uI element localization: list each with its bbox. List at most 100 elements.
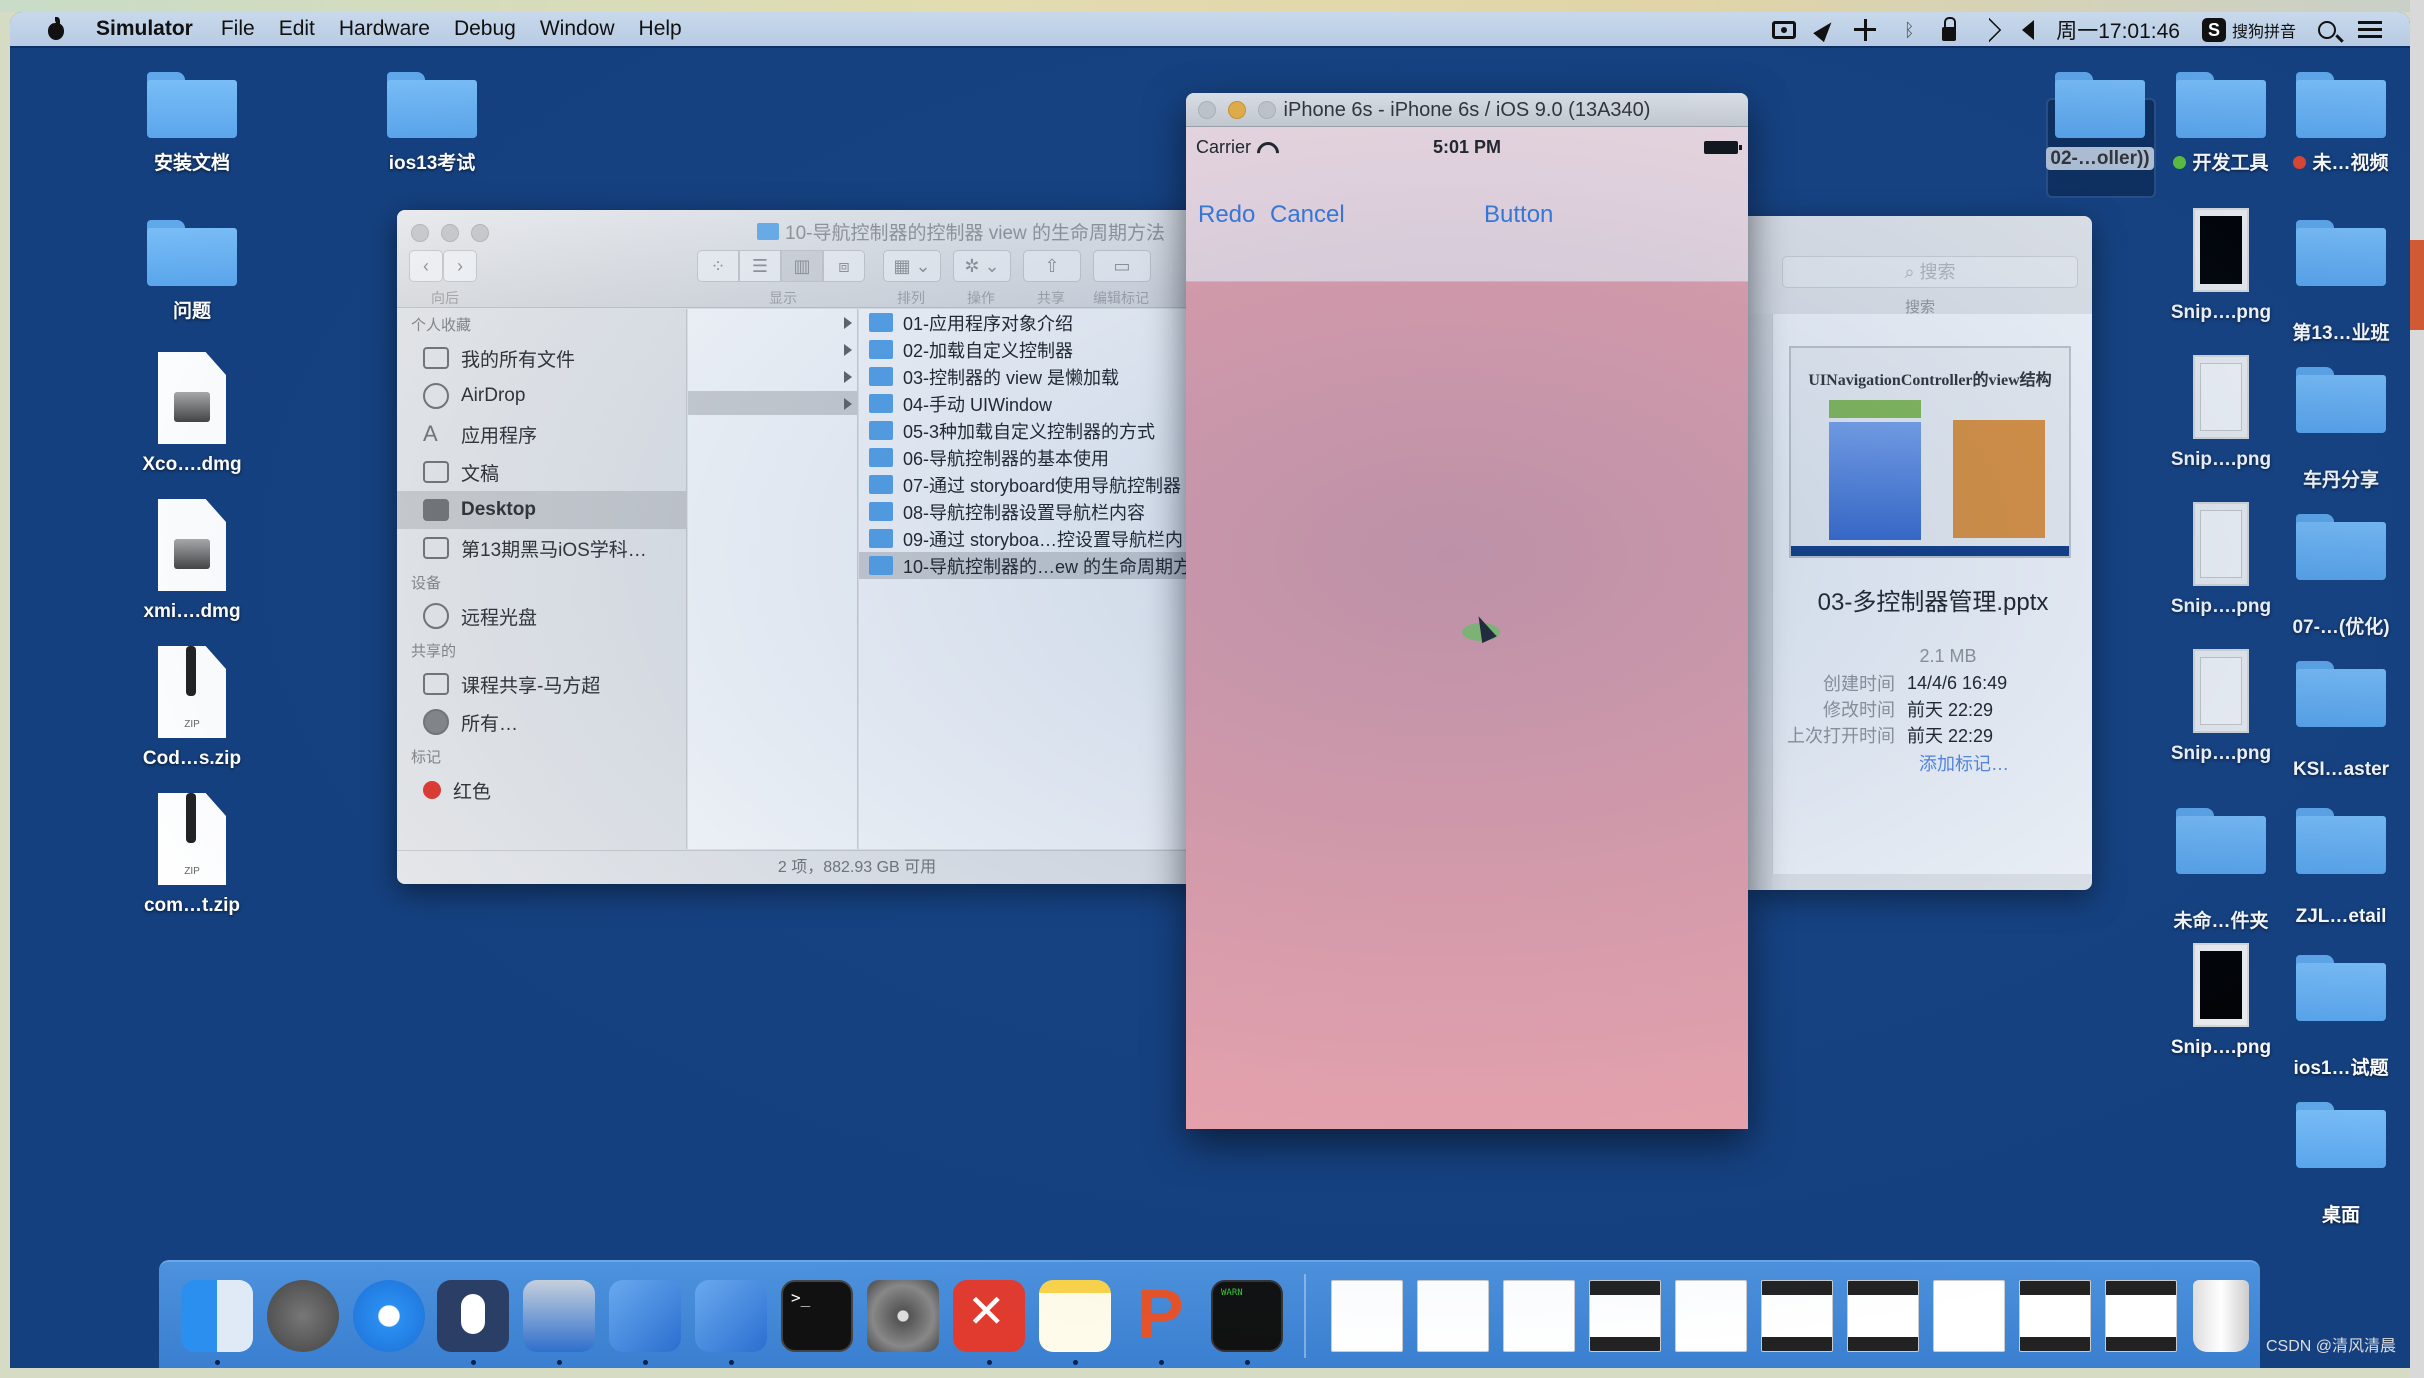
desktop-icon[interactable]: 问题 bbox=[132, 220, 252, 323]
desktop-icon[interactable]: KSI…aster bbox=[2281, 661, 2401, 781]
dock-minimized-window[interactable] bbox=[1761, 1280, 1833, 1352]
ios-view-content[interactable] bbox=[1186, 282, 1748, 1128]
sidebar-item-tag-red[interactable]: 红色 bbox=[397, 771, 686, 809]
desktop-icon[interactable]: Snip….png bbox=[2161, 208, 2281, 324]
menu-help[interactable]: Help bbox=[639, 17, 682, 41]
dock-trash-icon[interactable] bbox=[2193, 1280, 2249, 1352]
desktop-icon[interactable]: 07-…(优化) bbox=[2281, 514, 2401, 639]
folder-row[interactable]: 09-通过 storyboa…控设置导航栏内 bbox=[859, 525, 1197, 552]
sidebar-item-airdrop[interactable]: AirDrop bbox=[397, 377, 686, 415]
dock-minimized-window[interactable] bbox=[1417, 1280, 1489, 1352]
notification-center-icon[interactable] bbox=[2358, 21, 2382, 39]
desktop-icon[interactable]: 未命…件夹 bbox=[2161, 808, 2281, 933]
list-view-button[interactable]: ☰ bbox=[739, 250, 781, 282]
menu-debug[interactable]: Debug bbox=[454, 17, 516, 41]
menu-hardware[interactable]: Hardware bbox=[339, 17, 430, 41]
minimize-button[interactable] bbox=[441, 224, 459, 242]
zoom-button[interactable] bbox=[1258, 101, 1276, 119]
apple-menu-icon[interactable] bbox=[46, 17, 66, 41]
dock-screenflow-icon[interactable] bbox=[523, 1280, 595, 1352]
menu-clock[interactable]: 周一17:01:46 bbox=[2056, 15, 2180, 45]
search-field[interactable]: ⌕ 搜索 bbox=[1782, 256, 2078, 288]
coverflow-view-button[interactable]: ⧈ bbox=[823, 250, 865, 282]
dock-minimized-window[interactable] bbox=[1675, 1280, 1747, 1352]
cancel-button[interactable]: Cancel bbox=[1270, 201, 1345, 229]
dock-mouse-app-icon[interactable] bbox=[437, 1280, 509, 1352]
redo-button[interactable]: Redo bbox=[1198, 201, 1255, 229]
menu-window[interactable]: Window bbox=[540, 17, 615, 41]
dock-launchpad-icon[interactable] bbox=[267, 1280, 339, 1352]
dock-minimized-window[interactable] bbox=[2105, 1280, 2177, 1352]
column-view-button[interactable]: ▥ bbox=[781, 250, 823, 282]
action-gear-button[interactable]: ✲ ⌄ bbox=[953, 250, 1011, 282]
dock-xcode-icon[interactable] bbox=[609, 1280, 681, 1352]
desktop-icon[interactable]: 车丹分享 bbox=[2281, 367, 2401, 492]
folder-row[interactable]: 08-导航控制器设置导航栏内容 bbox=[859, 498, 1197, 525]
sidebar-item-course-folder[interactable]: 第13期黑马iOS学科… bbox=[397, 529, 686, 567]
desktop-icon[interactable]: com…t.zip bbox=[132, 793, 252, 917]
desktop-icon[interactable]: Cod…s.zip bbox=[132, 646, 252, 770]
edit-tags-button[interactable]: ▭ bbox=[1093, 250, 1151, 282]
desktop-icon[interactable]: 第13…业班 bbox=[2281, 220, 2401, 345]
dock-terminal-icon[interactable] bbox=[781, 1280, 853, 1352]
dock-system-preferences-icon[interactable] bbox=[867, 1280, 939, 1352]
folder-row[interactable]: 06-导航控制器的基本使用 bbox=[859, 444, 1197, 471]
volume-icon[interactable] bbox=[2022, 20, 2035, 40]
dock-safari-icon[interactable] bbox=[353, 1280, 425, 1352]
folder-row-selected[interactable]: 10-导航控制器的…ew 的生命周期方 bbox=[859, 552, 1197, 579]
desktop-icon[interactable]: Snip….png bbox=[2161, 502, 2281, 618]
arrange-button[interactable]: ▦ ⌄ bbox=[883, 250, 941, 282]
folder-row[interactable]: 01-应用程序对象介绍 bbox=[859, 309, 1197, 336]
location-icon[interactable] bbox=[1813, 17, 1838, 43]
dock-minimized-window[interactable] bbox=[1589, 1280, 1661, 1352]
icon-view-button[interactable]: ⁘ bbox=[697, 250, 739, 282]
close-button[interactable] bbox=[1198, 101, 1216, 119]
desktop-icon[interactable]: 02-…oller)) bbox=[2040, 72, 2160, 170]
nav-right-button[interactable]: Button bbox=[1484, 201, 1553, 229]
folder-row[interactable]: 02-加载自定义控制器 bbox=[859, 336, 1197, 363]
dock-simulator-icon[interactable] bbox=[695, 1280, 767, 1352]
desktop-icon[interactable]: ios13考试 bbox=[372, 72, 492, 175]
add-tag-link[interactable]: 添加标记… bbox=[1919, 750, 2009, 776]
lock-icon[interactable] bbox=[1942, 17, 1957, 41]
dock-minimized-window[interactable] bbox=[1933, 1280, 2005, 1352]
bluetooth-icon[interactable]: ᛒ bbox=[1898, 19, 1920, 41]
dock-minimized-window[interactable] bbox=[2019, 1280, 2091, 1352]
dock-notes-icon[interactable] bbox=[1039, 1280, 1111, 1352]
forward-button[interactable]: › bbox=[443, 250, 477, 282]
sidebar-item-desktop[interactable]: Desktop bbox=[397, 491, 686, 529]
input-method[interactable]: S 搜狗拼音 bbox=[2201, 18, 2296, 42]
sidebar-item-all-files[interactable]: 我的所有文件 bbox=[397, 339, 686, 377]
close-button[interactable] bbox=[411, 224, 429, 242]
menu-edit[interactable]: Edit bbox=[279, 17, 315, 41]
wifi-icon[interactable] bbox=[1977, 18, 2002, 43]
minimize-button[interactable] bbox=[1228, 101, 1246, 119]
dock-minimized-window[interactable] bbox=[1503, 1280, 1575, 1352]
desktop-icon[interactable]: ios1…试题 bbox=[2281, 955, 2401, 1080]
back-button[interactable]: ‹ bbox=[409, 250, 443, 282]
desktop-icon[interactable]: 安装文档 bbox=[132, 72, 252, 175]
sidebar-item-remote-disc[interactable]: 远程光盘 bbox=[397, 597, 686, 635]
spotlight-icon[interactable] bbox=[2318, 21, 2336, 39]
desktop-icon[interactable]: Snip….png bbox=[2161, 355, 2281, 471]
folder-row[interactable]: 05-3种加载自定义控制器的方式 bbox=[859, 417, 1197, 444]
dock-minimized-window[interactable] bbox=[1331, 1280, 1403, 1352]
desktop-icon[interactable]: 桌面 bbox=[2281, 1102, 2401, 1227]
folder-row[interactable]: 04-手动 UIWindow bbox=[859, 390, 1197, 417]
sidebar-item-applications[interactable]: A 应用程序 bbox=[397, 415, 686, 453]
share-button[interactable]: ⇧ bbox=[1023, 250, 1081, 282]
desktop-icon[interactable]: 未…视频 bbox=[2281, 72, 2401, 175]
desktop-icon[interactable]: ZJL…etail bbox=[2281, 808, 2401, 928]
folder-row[interactable]: 03-控制器的 view 是懒加载 bbox=[859, 363, 1197, 390]
menu-app-simulator[interactable]: Simulator bbox=[96, 17, 193, 41]
desktop-icon[interactable]: xmi….dmg bbox=[132, 499, 252, 623]
sidebar-item-all-shared[interactable]: 所有… bbox=[397, 703, 686, 741]
folder-row[interactable]: 07-通过 storyboard使用导航控制器 bbox=[859, 471, 1197, 498]
dock-xmind-icon[interactable] bbox=[953, 1280, 1025, 1352]
menu-file[interactable]: File bbox=[221, 17, 255, 41]
desktop-icon[interactable]: Xco….dmg bbox=[132, 352, 252, 476]
desktop-icon[interactable]: Snip….png bbox=[2161, 943, 2281, 1059]
sidebar-item-shared-computer[interactable]: 课程共享-马方超 bbox=[397, 665, 686, 703]
dock-finder-icon[interactable] bbox=[181, 1280, 253, 1352]
zoom-button[interactable] bbox=[471, 224, 489, 242]
